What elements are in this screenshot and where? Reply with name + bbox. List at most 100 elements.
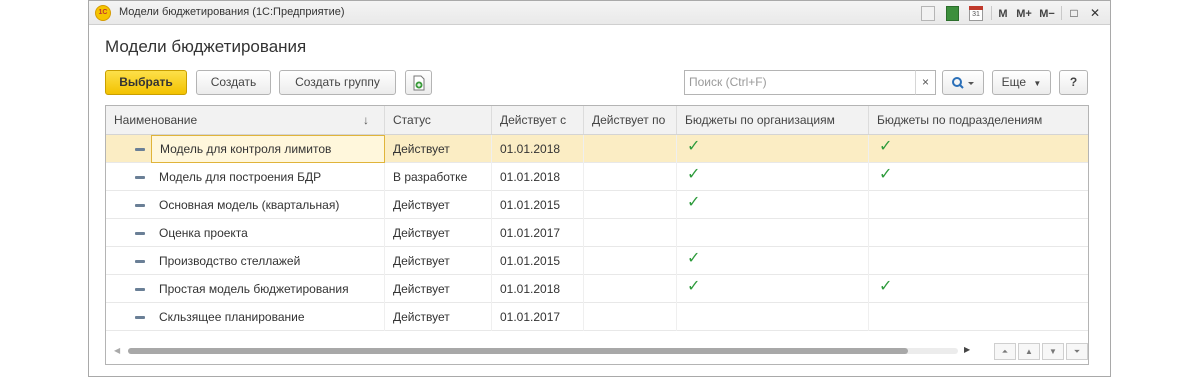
cell-budgets-by-dept[interactable] (869, 303, 1088, 331)
cell-budgets-by-org[interactable] (677, 303, 869, 331)
cell-name[interactable]: Модель для построения БДР (151, 163, 385, 191)
cell-active-from[interactable]: 01.01.2018 (492, 275, 584, 303)
cell-status[interactable]: Действует (385, 303, 492, 331)
checkmark-icon: ✓ (687, 194, 701, 211)
close-window-button[interactable]: ✕ (1087, 5, 1103, 21)
column-header-budgets-by-dept[interactable]: Бюджеты по подразделениям (869, 106, 1088, 134)
clear-search-button[interactable]: × (915, 70, 936, 95)
table-row[interactable]: Основная модель (квартальная) Действует 01… (106, 191, 1088, 219)
column-header-name[interactable]: Наименование (106, 106, 385, 134)
column-header-active-from[interactable]: Действует с (492, 106, 584, 134)
help-button[interactable]: ? (1059, 70, 1088, 95)
cell-status[interactable]: Действует (385, 191, 492, 219)
cell-active-from[interactable]: 01.01.2015 (492, 191, 584, 219)
cell-status[interactable]: Действует (385, 247, 492, 275)
cell-name[interactable]: Основная модель (квартальная) (151, 191, 385, 219)
cell-active-to[interactable] (584, 303, 677, 331)
checkmark-icon: ✓ (687, 138, 701, 155)
document-icon[interactable] (921, 6, 935, 21)
export-document-button[interactable] (405, 70, 432, 95)
column-header-status[interactable]: Статус (385, 106, 492, 134)
scroll-thumb[interactable] (128, 348, 908, 354)
cell-budgets-by-org[interactable]: ✓ (677, 247, 869, 275)
cell-active-from[interactable]: 01.01.2017 (492, 219, 584, 247)
restore-window-button[interactable]: □ (1066, 5, 1082, 21)
scroll-to-bottom-icon[interactable]: ⏷ (1066, 343, 1088, 360)
table-row[interactable]: Модель для контроля лимитов Действует 01.0… (106, 135, 1088, 163)
cell-name[interactable]: Простая модель бюджетирования (151, 275, 385, 303)
sort-descending-icon[interactable]: ↓ (363, 106, 369, 134)
cell-active-to[interactable] (584, 163, 677, 191)
memory-minus-button[interactable]: M− (1038, 6, 1056, 22)
toolbar-divider (1061, 6, 1062, 20)
row-item-icon (135, 204, 145, 207)
cell-active-to[interactable] (584, 275, 677, 303)
app-window: 1С Модели бюджетирования (1С:Предприятие… (88, 0, 1111, 377)
cell-name[interactable]: Скльзящее планирование (151, 303, 385, 331)
scroll-down-icon[interactable]: ▼ (1042, 343, 1064, 360)
horizontal-scrollbar[interactable]: ◀ ▶ ⏶ ▲ ▼ ⏷ (106, 338, 1088, 364)
select-button[interactable]: Выбрать (105, 70, 187, 95)
column-header-budgets-by-org[interactable]: Бюджеты по организациям (677, 106, 869, 134)
cell-budgets-by-org[interactable] (677, 219, 869, 247)
table-row[interactable]: Модель для построения БДР В разработке 01.… (106, 163, 1088, 191)
scroll-left-icon[interactable]: ◀ (114, 346, 120, 355)
cell-name[interactable]: Оценка проекта (151, 219, 385, 247)
cell-name[interactable]: Производство стеллажей (151, 247, 385, 275)
memory-plus-button[interactable]: M+ (1015, 6, 1033, 22)
checkmark-icon: ✓ (687, 278, 701, 295)
checkmark-icon: ✓ (687, 166, 701, 183)
cell-budgets-by-dept[interactable] (869, 219, 1088, 247)
checkmark-icon: ✓ (687, 250, 701, 267)
cell-active-from[interactable]: 01.01.2018 (492, 163, 584, 191)
cell-budgets-by-dept[interactable]: ✓ (869, 275, 1088, 303)
chevron-down-icon: ▼ (1033, 79, 1042, 88)
cell-budgets-by-org[interactable]: ✓ (677, 191, 869, 219)
scroll-right-icon[interactable]: ▶ (964, 345, 970, 354)
cell-active-from[interactable]: 01.01.2015 (492, 247, 584, 275)
search-input[interactable]: Поиск (Ctrl+F) (684, 70, 936, 95)
search-options-button[interactable] (942, 70, 984, 95)
cell-active-to[interactable] (584, 247, 677, 275)
cell-name[interactable]: Модель для контроля лимитов (151, 135, 385, 163)
cell-active-from[interactable]: 01.01.2017 (492, 303, 584, 331)
cell-budgets-by-org[interactable]: ✓ (677, 135, 869, 163)
scroll-up-icon[interactable]: ▲ (1018, 343, 1040, 360)
table-row[interactable]: Производство стеллажей Действует 01.01.201… (106, 247, 1088, 275)
1c-logo-icon: 1С (95, 5, 111, 21)
calendar-icon[interactable]: 31 (969, 6, 983, 21)
window-title: Модели бюджетирования (1С:Предприятие) (119, 6, 345, 18)
row-item-icon (135, 176, 145, 179)
cell-budgets-by-dept[interactable]: ✓ (869, 163, 1088, 191)
cell-budgets-by-org[interactable]: ✓ (677, 275, 869, 303)
cell-status[interactable]: В разработке (385, 163, 492, 191)
create-group-button[interactable]: Создать группу (279, 70, 396, 95)
cell-status[interactable]: Действует (385, 135, 492, 163)
page-title: Модели бюджетирования (105, 37, 307, 56)
cell-active-to[interactable] (584, 191, 677, 219)
table-row[interactable]: Оценка проекта Действует 01.01.2017 (106, 219, 1088, 247)
cell-active-to[interactable] (584, 135, 677, 163)
table-row[interactable]: Простая модель бюджетирования Действует 01… (106, 275, 1088, 303)
cell-active-from[interactable]: 01.01.2018 (492, 135, 584, 163)
table-row[interactable]: Скльзящее планирование Действует 01.01.201… (106, 303, 1088, 331)
checkmark-icon: ✓ (879, 166, 893, 183)
table-header: Наименование ↓ Статус Действует с Действ… (106, 106, 1088, 135)
create-button[interactable]: Создать (196, 70, 271, 95)
row-item-icon (135, 260, 145, 263)
cell-budgets-by-dept[interactable] (869, 247, 1088, 275)
more-menu-button[interactable]: Еще ▼ (992, 70, 1051, 95)
cell-active-to[interactable] (584, 219, 677, 247)
cell-budgets-by-dept[interactable] (869, 191, 1088, 219)
cell-status[interactable]: Действует (385, 275, 492, 303)
cell-status[interactable]: Действует (385, 219, 492, 247)
memory-button[interactable]: M (997, 6, 1009, 22)
calculator-icon[interactable] (946, 6, 959, 21)
export-document-icon (413, 75, 424, 91)
scroll-to-top-icon[interactable]: ⏶ (994, 343, 1016, 360)
row-item-icon (135, 148, 145, 151)
cell-budgets-by-dept[interactable]: ✓ (869, 135, 1088, 163)
row-item-icon (135, 288, 145, 291)
cell-budgets-by-org[interactable]: ✓ (677, 163, 869, 191)
column-header-active-to[interactable]: Действует по (584, 106, 677, 134)
